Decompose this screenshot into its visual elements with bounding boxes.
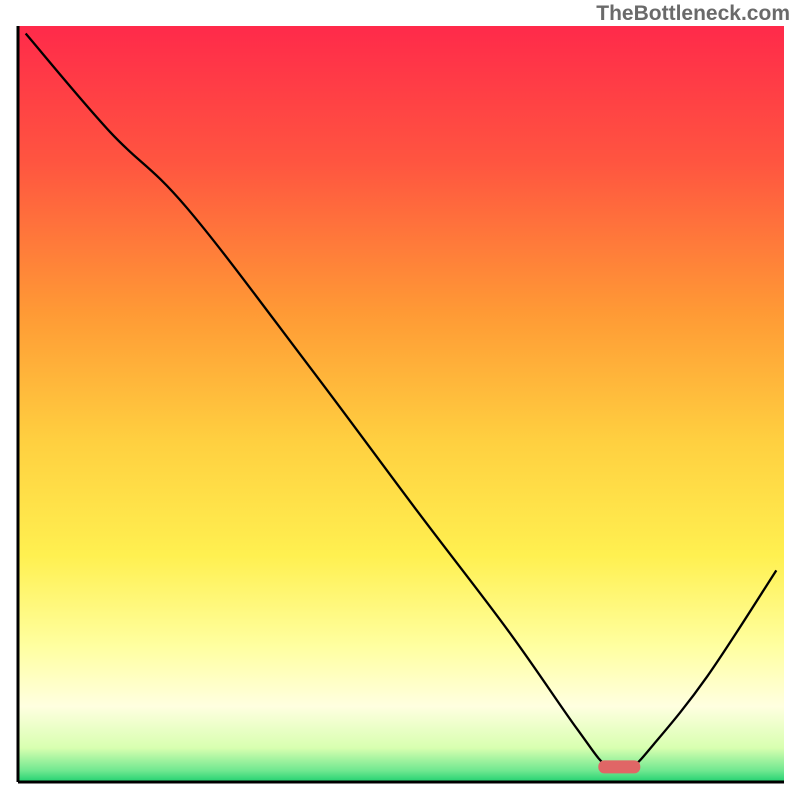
bottleneck-chart xyxy=(0,0,800,800)
optimum-marker xyxy=(598,760,640,773)
plot-background xyxy=(18,26,784,782)
watermark-text: TheBottleneck.com xyxy=(596,2,790,26)
chart-container: TheBottleneck.com xyxy=(0,0,800,800)
